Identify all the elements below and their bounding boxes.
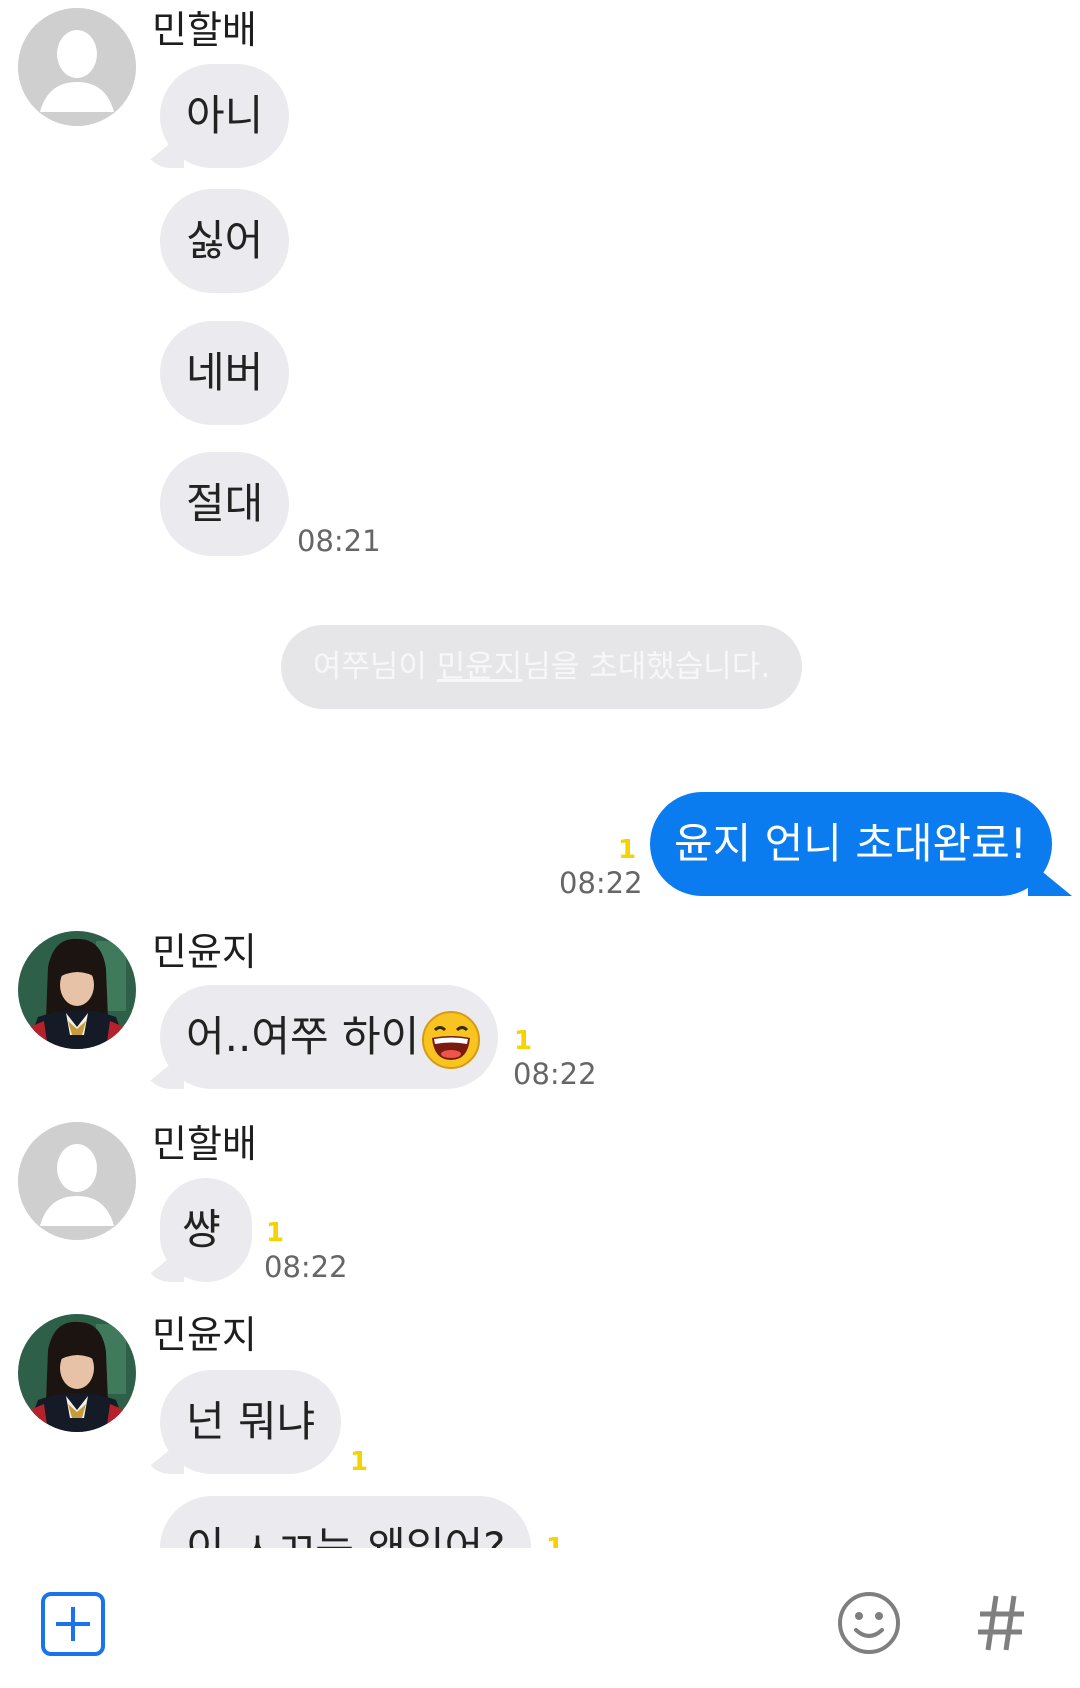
profile-photo	[18, 931, 136, 1049]
unread-count: 1	[618, 835, 637, 865]
laughing-emoticon-icon	[422, 1010, 481, 1069]
message-bubble[interactable]: 네버	[160, 321, 290, 425]
unread-count: 1	[350, 1447, 369, 1477]
message-time: 08:22	[513, 1057, 597, 1091]
my-message-bubble[interactable]: 윤지 언니 초대완료!	[650, 792, 1052, 896]
avatar-default[interactable]	[18, 1122, 136, 1240]
message-bubble[interactable]: 이 ㅅㄲ는 왜있어?	[160, 1496, 532, 1548]
message-bubble[interactable]: 싫어	[160, 189, 290, 293]
sender-name: 민윤지	[152, 1313, 257, 1357]
message-time: 08:22	[264, 1250, 348, 1284]
hashtag-icon	[978, 1595, 1024, 1651]
unread-count: 1	[546, 1533, 565, 1548]
emoji-smile-icon	[838, 1592, 900, 1654]
plus-icon	[41, 1592, 105, 1656]
message-bubble[interactable]: 아니	[160, 64, 290, 168]
person-icon	[18, 1122, 136, 1240]
profile-photo	[18, 1314, 136, 1432]
message-time: 08:22	[559, 866, 643, 900]
emoticon-button[interactable]	[836, 1590, 902, 1656]
system-notice-suffix: 님을 초대했습니다.	[522, 649, 771, 685]
sender-name: 민할배	[152, 8, 257, 52]
sender-name: 민할배	[152, 1122, 257, 1166]
system-notice: 여쭈님이 민윤지님을 초대했습니다.	[281, 625, 802, 709]
message-bubble[interactable]: 넌 뭐냐	[160, 1370, 342, 1474]
avatar-photo[interactable]	[18, 1314, 136, 1432]
system-notice-prefix: 여쭈님이	[312, 649, 437, 685]
avatar-default[interactable]	[18, 8, 136, 126]
attach-button[interactable]	[40, 1591, 106, 1657]
invitee-link[interactable]: 민윤지	[437, 649, 523, 685]
chat-area[interactable]: 민할배 아니 싫어 네버 절대 08:21 여쭈님이 민윤지님을 초대했습니다.…	[0, 0, 1080, 1548]
message-time: 08:21	[297, 524, 381, 558]
sender-name: 민윤지	[152, 930, 257, 974]
message-text: 어..여쭈 하이	[186, 1012, 420, 1061]
unread-count: 1	[266, 1218, 285, 1248]
bottom-input-bar	[0, 1548, 1080, 1688]
message-bubble[interactable]: 어..여쭈 하이	[160, 985, 498, 1089]
unread-count: 1	[514, 1026, 533, 1056]
message-bubble[interactable]: 썅	[160, 1178, 252, 1282]
hashtag-button[interactable]	[976, 1592, 1026, 1654]
person-icon	[18, 8, 136, 126]
avatar-photo[interactable]	[18, 931, 136, 1049]
message-bubble[interactable]: 절대	[160, 452, 290, 556]
